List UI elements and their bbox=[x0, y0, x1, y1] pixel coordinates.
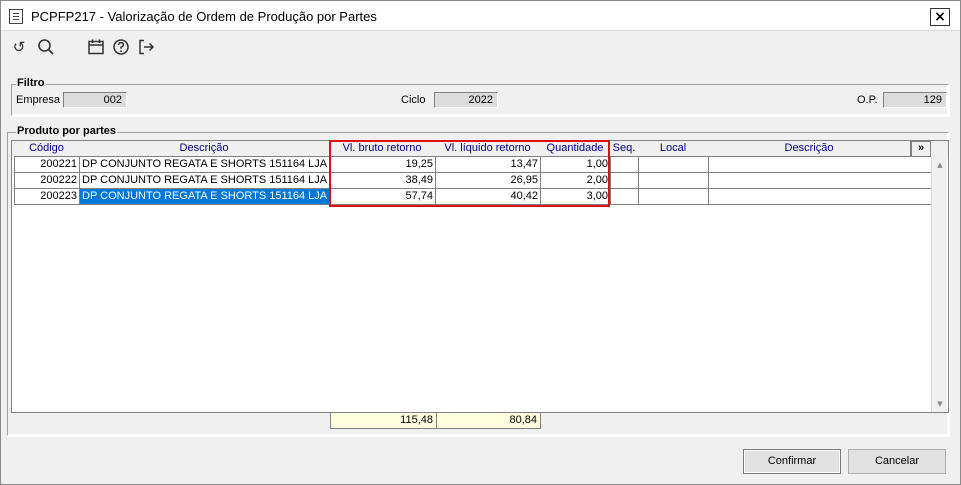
cell-codigo[interactable]: 200222 bbox=[14, 173, 80, 189]
cell-local[interactable] bbox=[638, 189, 709, 205]
scroll-up-icon[interactable]: ▲ bbox=[933, 158, 947, 172]
cell-descricao-2[interactable] bbox=[708, 157, 932, 173]
col-header-codigo[interactable]: Código bbox=[14, 141, 80, 157]
cell-descricao-2[interactable] bbox=[708, 189, 932, 205]
ciclo-label: Ciclo bbox=[401, 94, 426, 106]
empresa-label: Empresa bbox=[16, 94, 61, 106]
cell-descricao-2[interactable] bbox=[708, 173, 932, 189]
ciclo-field[interactable]: 2022 bbox=[434, 92, 498, 108]
toolbar: ↺ bbox=[1, 32, 960, 62]
cell-quantidade[interactable]: 3,00 bbox=[540, 189, 611, 205]
grid-header: Código Descrição Vl. bruto retorno Vl. l… bbox=[12, 141, 948, 157]
cell-local[interactable] bbox=[638, 173, 709, 189]
cell-codigo[interactable]: 200223 bbox=[14, 189, 80, 205]
op-field[interactable]: 129 bbox=[883, 92, 947, 108]
window-title: PCPFP217 - Valorização de Ordem de Produ… bbox=[31, 9, 377, 24]
cancel-button[interactable]: Cancelar bbox=[848, 449, 946, 474]
col-header-descricao[interactable]: Descrição bbox=[79, 141, 330, 157]
cell-descricao[interactable]: DP CONJUNTO REGATA E SHORTS 151164 LJA P bbox=[79, 157, 330, 173]
cell-vl-liquido[interactable]: 40,42 bbox=[435, 189, 541, 205]
cell-descricao[interactable]: DP CONJUNTO REGATA E SHORTS 151164 LJA M bbox=[79, 173, 330, 189]
col-header-seq[interactable]: Seq. bbox=[610, 141, 639, 157]
scroll-down-icon[interactable]: ▼ bbox=[933, 397, 947, 411]
exit-icon[interactable] bbox=[136, 37, 156, 57]
op-label: O.P. bbox=[857, 94, 878, 106]
cell-local[interactable] bbox=[638, 157, 709, 173]
document-icon bbox=[9, 9, 23, 24]
cell-vl-liquido[interactable]: 13,47 bbox=[435, 157, 541, 173]
calendar-icon[interactable] bbox=[86, 37, 106, 57]
cell-descricao-selected[interactable]: DP CONJUNTO REGATA E SHORTS 151164 LJA G bbox=[79, 189, 330, 205]
title-bar: PCPFP217 - Valorização de Ordem de Produ… bbox=[1, 1, 960, 31]
col-header-vl-bruto[interactable]: Vl. bruto retorno bbox=[329, 141, 436, 157]
col-header-descricao-2[interactable]: Descrição bbox=[708, 141, 911, 157]
empresa-field[interactable]: 002 bbox=[63, 92, 127, 108]
cell-quantidade[interactable]: 2,00 bbox=[540, 173, 611, 189]
total-vl-bruto: 115,48 bbox=[330, 412, 437, 429]
cell-vl-bruto[interactable]: 38,49 bbox=[329, 173, 436, 189]
cell-vl-bruto[interactable]: 57,74 bbox=[329, 189, 436, 205]
cell-seq[interactable] bbox=[610, 157, 639, 173]
search-icon[interactable] bbox=[36, 37, 56, 57]
cell-codigo[interactable]: 200221 bbox=[14, 157, 80, 173]
cell-seq[interactable] bbox=[610, 173, 639, 189]
products-grid: Código Descrição Vl. bruto retorno Vl. l… bbox=[11, 140, 949, 413]
cell-vl-bruto[interactable]: 19,25 bbox=[329, 157, 436, 173]
cell-quantidade[interactable]: 1,00 bbox=[540, 157, 611, 173]
vertical-scrollbar[interactable]: ▲ ▼ bbox=[931, 157, 947, 412]
dialog-window: PCPFP217 - Valorização de Ordem de Produ… bbox=[0, 0, 961, 485]
cell-vl-liquido[interactable]: 26,95 bbox=[435, 173, 541, 189]
close-button[interactable]: × bbox=[930, 8, 950, 26]
total-vl-liquido: 80,84 bbox=[436, 412, 541, 429]
confirm-button[interactable]: Confirmar bbox=[743, 449, 841, 474]
more-columns-button[interactable]: » bbox=[911, 141, 931, 157]
refresh-icon[interactable]: ↺ bbox=[9, 37, 29, 57]
cell-seq[interactable] bbox=[610, 189, 639, 205]
filtro-title: Filtro bbox=[16, 77, 46, 89]
col-header-vl-liquido[interactable]: Vl. líquido retorno bbox=[435, 141, 541, 157]
col-header-quantidade[interactable]: Quantidade bbox=[540, 141, 611, 157]
help-icon[interactable] bbox=[111, 37, 131, 57]
col-header-local[interactable]: Local bbox=[638, 141, 709, 157]
produto-title: Produto por partes bbox=[16, 125, 118, 137]
